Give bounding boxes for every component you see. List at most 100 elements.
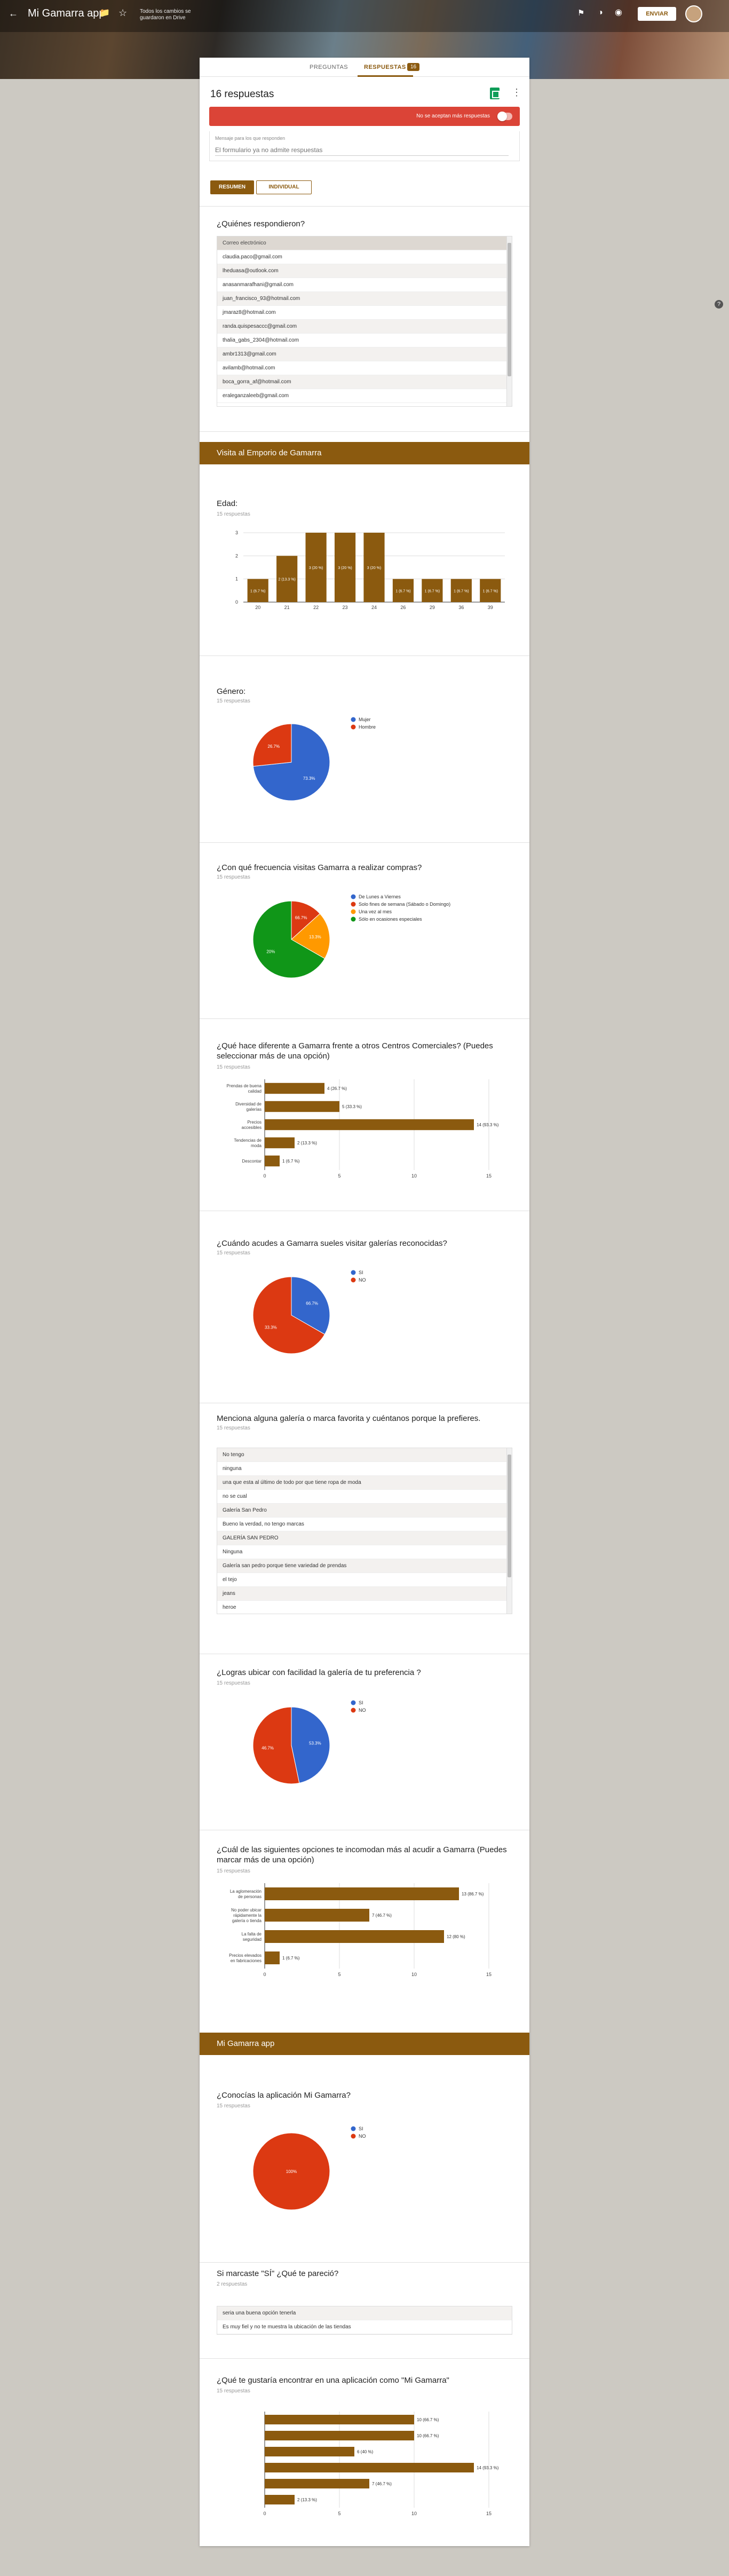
answer-row: Galería san pedro porque tiene variedad …	[217, 1559, 512, 1573]
closed-message-input[interactable]	[215, 144, 509, 156]
category-label-line: Prendas de buena	[227, 1084, 262, 1088]
bar	[265, 2495, 295, 2504]
category-label-line: moda	[251, 1143, 262, 1148]
category-label: Tendencias de moda	[234, 1138, 262, 1148]
frequency-pie-chart: 66.7% 13.3% 20% De Lunes a Viernes Solo fine…	[252, 894, 450, 978]
x-tick-label: 23	[343, 605, 348, 610]
scrollbar[interactable]	[506, 1448, 512, 1614]
tab-questions[interactable]: PREGUNTAS	[310, 64, 348, 70]
bar-value-label: 4 (26.7 %)	[327, 1086, 347, 1091]
closed-message-label: Mensaje para los que responden	[215, 136, 286, 141]
bar	[265, 2479, 369, 2488]
differences-bar-chart: 0 5 10 15 4 (26.7 %) Prendas de buena calidad 5…	[227, 1079, 499, 1179]
category-label: Prendas de buena calidad	[227, 1084, 262, 1094]
category-label-line: La falta de	[242, 1932, 262, 1937]
preview-eye-icon[interactable]: ◉	[615, 7, 622, 19]
bar	[265, 2463, 474, 2472]
category-label-line: Precios elevados	[229, 1953, 262, 1958]
response-count: 2 respuestas	[217, 2281, 248, 2287]
question-title: Si marcaste "SÍ" ¿Qué te pareció?	[217, 2269, 339, 2278]
answer-row: Es muy fiel y no te muestra la ubicación…	[217, 2320, 512, 2334]
legend-dot	[351, 1277, 356, 1283]
back-arrow-icon[interactable]: ←	[9, 7, 18, 19]
favorite-gallery-answers[interactable]: No tengo ninguna una que esta al último de…	[217, 1448, 512, 1614]
pie-slice-label: 13.3%	[309, 935, 321, 939]
answer-row: No tengo	[217, 1448, 512, 1462]
email-rows: Correo electrónico claudia.paco@gmail.co…	[217, 236, 512, 403]
scrollbar-thumb[interactable]	[508, 243, 511, 376]
email-row: boca_gorra_af@hotmail.com	[217, 375, 512, 389]
question-title: ¿Quiénes respondieron?	[217, 219, 305, 228]
email-row: eraleganzaleeb@gmail.com	[217, 389, 512, 403]
bar-value-label: 3 (20 %)	[367, 566, 381, 570]
email-row: randa.quispesaccc@gmail.com	[217, 320, 512, 334]
palette-icon[interactable]: ◑	[598, 7, 603, 19]
answer-row: heroe	[217, 1601, 512, 1614]
category-label: Precios elevados en fabricaciones	[229, 1953, 262, 1963]
bar-value-label: 10 (66.7 %)	[417, 2417, 439, 2422]
legend-dot	[351, 724, 356, 730]
legend-label: NO	[359, 1277, 366, 1283]
avatar[interactable]	[685, 5, 702, 22]
divider	[200, 2262, 529, 2263]
bar-value-label: 2 (13.3 %)	[297, 1141, 317, 1145]
question-title: ¿Cuál de las siguientes opciones te inco…	[217, 1845, 507, 1864]
response-count: 15 respuestas	[217, 1250, 250, 1256]
divider	[200, 842, 529, 843]
x-tick-label: 24	[371, 605, 377, 610]
section-header-visita: Visita al Emporio de Gamarra	[200, 442, 529, 464]
tab-bar: PREGUNTAS RESPUESTAS 16	[200, 58, 529, 77]
bar	[265, 1119, 474, 1131]
scrollbar[interactable]	[506, 236, 512, 406]
legend-label: NO	[359, 1708, 366, 1713]
x-tick-label: 26	[400, 605, 406, 610]
bar	[265, 2415, 414, 2424]
spreadsheet-icon[interactable]	[490, 88, 500, 99]
location-pie-chart: 53.3% 46.7% SI NO	[252, 1700, 366, 1784]
email-list[interactable]: Correo electrónico claudia.paco@gmail.co…	[217, 236, 512, 407]
email-row: jmaraz8@hotmail.com	[217, 306, 512, 320]
individual-button[interactable]: INDIVIDUAL	[256, 180, 312, 194]
folder-icon[interactable]: 📁	[99, 7, 110, 19]
bar-value-label: 1 (6.7 %)	[425, 589, 440, 593]
summary-button[interactable]: RESUMEN	[210, 180, 254, 194]
pie-slice-label: 33.3%	[265, 1325, 277, 1330]
gender-pie-chart: 73.3% 26.7% Mujer Hombre	[252, 717, 376, 801]
category-label-line: rápidamente la	[233, 1913, 262, 1918]
email-row: claudia.paco@gmail.com	[217, 250, 512, 264]
send-button[interactable]: ENVIAR	[638, 7, 676, 21]
category-label: No poder ubicar rápidamente la galería o t…	[231, 1908, 262, 1923]
scrollbar-thumb[interactable]	[508, 1455, 511, 1577]
answer-row: seria una buena opción tenerla	[217, 2306, 512, 2320]
more-vert-icon[interactable]: ⋮	[512, 87, 521, 98]
question-title: ¿Cuándo acudes a Gamarra sueles visitar …	[217, 1239, 447, 1248]
tab-responses[interactable]: RESPUESTAS	[364, 64, 406, 70]
x-tick-label: 20	[255, 605, 260, 610]
help-icon[interactable]: ?	[715, 300, 723, 309]
bar-value-label: 7 (46.7 %)	[372, 2482, 392, 2486]
form-title[interactable]: Mi Gamarra app	[28, 7, 105, 20]
question-title: ¿Qué hace diferente a Gamarra frente a o…	[217, 1041, 493, 1061]
category-label-line: Precios	[247, 1120, 262, 1125]
app-opinion-answers[interactable]: seria una buena opción tenerla Es muy fie…	[217, 2306, 512, 2335]
bar	[265, 2447, 354, 2456]
question-title: Menciona alguna galería o marca favorita…	[217, 1414, 481, 1423]
addon-icon[interactable]: ⚑	[577, 7, 584, 19]
app-awareness-pie-chart: 100% SI NO	[252, 2126, 366, 2210]
bar	[265, 1909, 369, 1922]
category-label-line: seguridad	[243, 1937, 262, 1942]
legend-label: NO	[359, 2134, 366, 2139]
x-tick-label: 0	[263, 1972, 266, 1977]
legend-label: Una vez al mes	[359, 909, 392, 914]
legend-dot	[351, 916, 356, 922]
section-header-app: Mi Gamarra app	[200, 2033, 529, 2055]
email-row: juan_francisco_93@hotmail.com	[217, 292, 512, 306]
accepting-responses-toggle[interactable]	[497, 112, 512, 121]
divider	[200, 655, 529, 656]
x-tick-label: 10	[411, 1173, 417, 1179]
bar-value-label: 1 (6.7 %)	[454, 589, 469, 593]
x-tick-label: 29	[430, 605, 435, 610]
star-icon[interactable]: ☆	[118, 7, 127, 19]
bar-value-label: 3 (20 %)	[309, 566, 323, 570]
response-count: 15 respuestas	[217, 1064, 250, 1070]
